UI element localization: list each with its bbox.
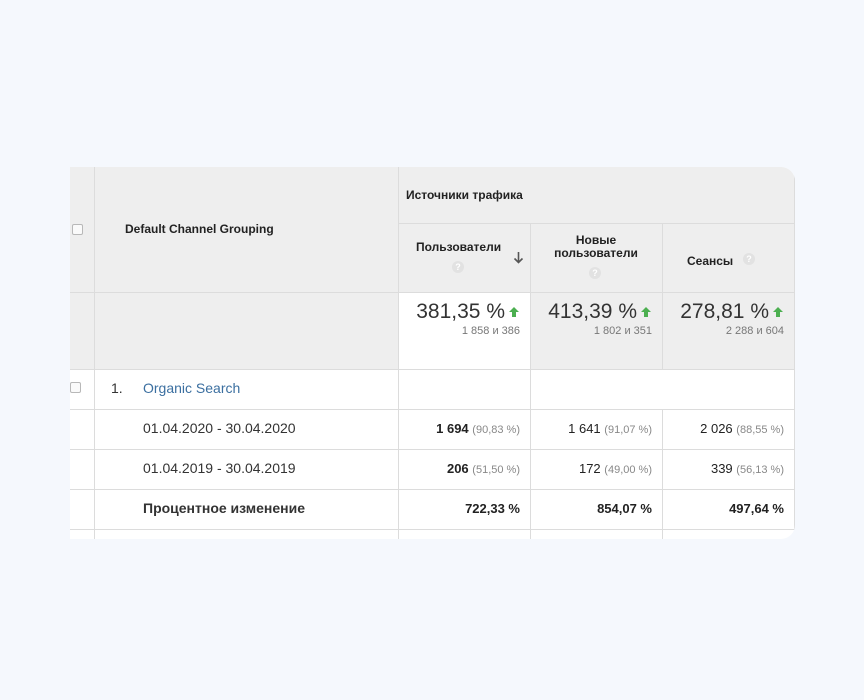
summary-new-users-value: 413,39 % bbox=[548, 300, 637, 323]
percent-change-new-users: 854,07 % bbox=[597, 501, 652, 516]
summary-new-users-detail: 1 802 и 351 bbox=[593, 325, 652, 337]
select-all-checkbox[interactable] bbox=[72, 224, 83, 235]
table-cell: 172 (49,00 %) bbox=[578, 461, 652, 476]
column-sessions[interactable]: Сеансы ? bbox=[662, 223, 794, 292]
column-new-users-label: Новые пользователи bbox=[554, 233, 638, 260]
summary-sessions: 278,81 % 2 288 и 604 bbox=[662, 300, 784, 337]
group-header: Источники трафика bbox=[406, 188, 523, 202]
up-arrow-icon bbox=[641, 307, 651, 318]
table-cell: 2 026 (88,55 %) bbox=[700, 421, 784, 436]
summary-new-users: 413,39 % 1 802 и 351 bbox=[530, 300, 652, 337]
summary-row-left bbox=[70, 292, 398, 369]
percent-change-label: Процентное изменение bbox=[143, 500, 306, 516]
report-table: Default Channel Grouping Источники трафи… bbox=[70, 167, 795, 539]
row-index: 1. bbox=[111, 380, 123, 396]
summary-users: 381,35 % 1 858 и 386 bbox=[398, 300, 520, 337]
table-cell: 1 694 (90,83 %) bbox=[436, 421, 520, 436]
column-users-label: Пользователи bbox=[416, 240, 502, 254]
summary-sessions-detail: 2 288 и 604 bbox=[725, 325, 784, 337]
help-icon[interactable]: ? bbox=[589, 267, 601, 279]
column-sessions-label: Сеансы bbox=[687, 254, 734, 268]
dimension-header[interactable]: Default Channel Grouping bbox=[125, 222, 274, 236]
summary-users-detail: 1 858 и 386 bbox=[461, 325, 520, 337]
sort-descending-icon[interactable] bbox=[513, 251, 524, 264]
date-range-label: 01.04.2020 - 30.04.2020 bbox=[143, 420, 296, 436]
channel-link-organic-search[interactable]: Organic Search bbox=[143, 380, 240, 396]
up-arrow-icon bbox=[509, 307, 519, 318]
column-new-users[interactable]: Новые пользователи ? bbox=[530, 223, 662, 292]
up-arrow-icon bbox=[773, 307, 783, 318]
percent-change-users: 722,33 % bbox=[465, 501, 520, 516]
table-cell: 206 (51,50 %) bbox=[446, 461, 520, 476]
summary-sessions-value: 278,81 % bbox=[680, 300, 769, 323]
summary-users-value: 381,35 % bbox=[416, 300, 505, 323]
table-cell: 1 641 (91,07 %) bbox=[568, 421, 652, 436]
row-checkbox[interactable] bbox=[70, 382, 81, 393]
table-cell: 339 (56,13 %) bbox=[710, 461, 784, 476]
date-range-label: 01.04.2019 - 30.04.2019 bbox=[143, 460, 296, 476]
column-users[interactable]: Пользователи ? bbox=[398, 223, 530, 292]
help-icon[interactable]: ? bbox=[743, 253, 755, 265]
percent-change-sessions: 497,64 % bbox=[729, 501, 784, 516]
help-icon[interactable]: ? bbox=[452, 261, 464, 273]
